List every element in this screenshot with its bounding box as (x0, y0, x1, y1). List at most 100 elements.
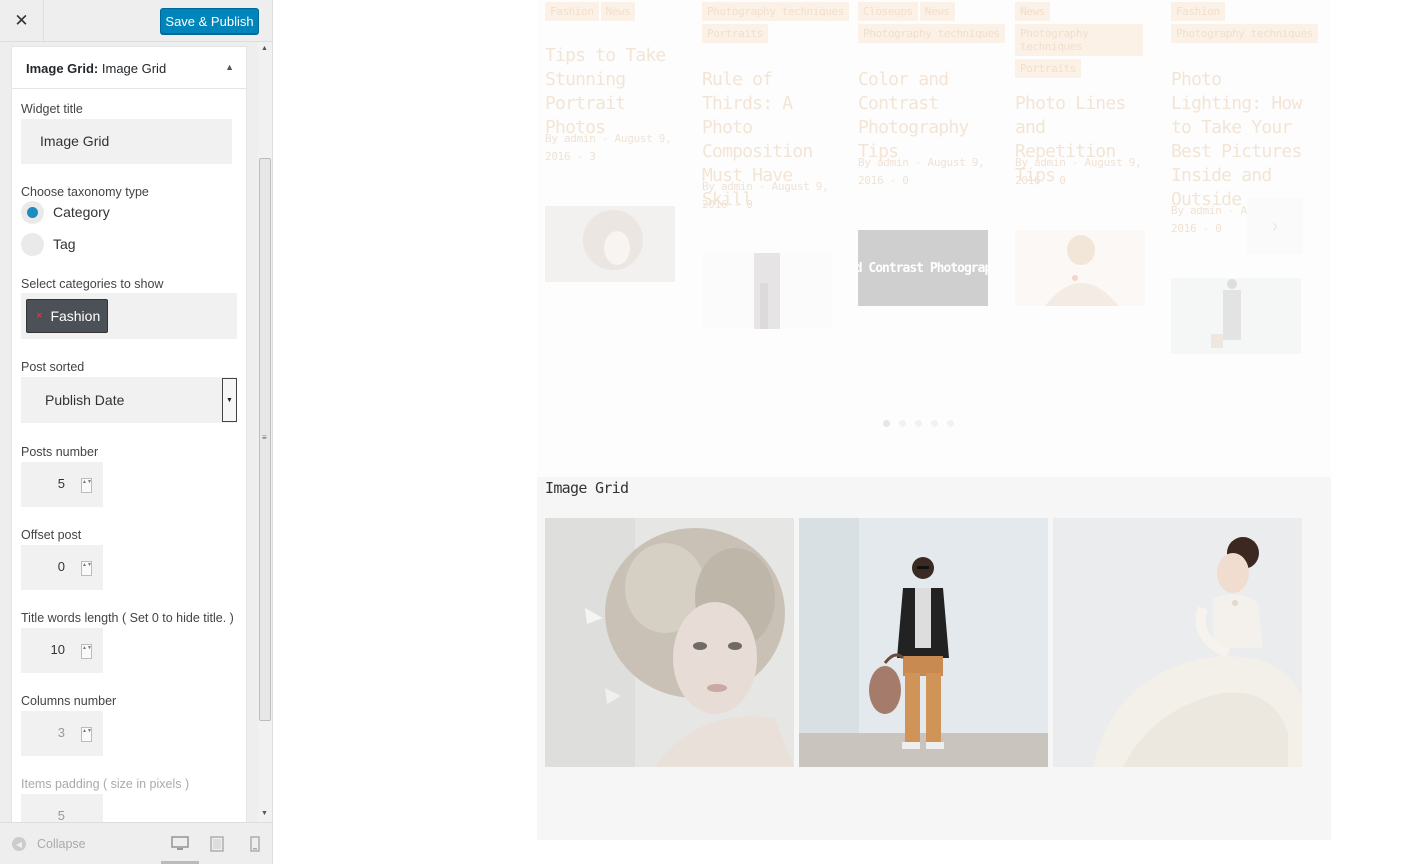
title-words-value: 10 (50, 642, 65, 657)
carousel-dots (883, 420, 963, 427)
post-tags: Photography techniques Portraits (702, 2, 862, 46)
post-meta: By admin - August 9, 2016 - 3 (545, 132, 672, 163)
carousel-dot[interactable] (947, 420, 954, 427)
sidebar-footer: ◀ Collapse (0, 822, 272, 864)
radio-category-button[interactable] (21, 200, 44, 224)
man-thumb-image (1171, 278, 1301, 354)
post-meta: By admin - August 9, 2016 - 0 (1015, 156, 1142, 187)
post-tag[interactable]: News (1015, 2, 1050, 21)
desktop-icon[interactable] (171, 835, 189, 853)
tablet-icon[interactable] (208, 835, 226, 853)
post-tag[interactable]: Closeups (858, 2, 918, 21)
collapse-label: Collapse (37, 837, 86, 851)
close-button[interactable]: ✕ (0, 0, 44, 42)
post-sorted-select[interactable]: Publish Date ▼ (21, 377, 237, 423)
offset-post-input[interactable]: 0 ▲▼ (21, 545, 103, 590)
items-padding-input[interactable]: 5 (21, 794, 103, 822)
offset-post-label: Offset post (21, 528, 82, 542)
post-sorted-value: Publish Date (45, 392, 125, 408)
post-thumbnail[interactable] (1171, 278, 1301, 354)
post-tag[interactable]: Photography techniques (858, 24, 1005, 43)
spinner-icon[interactable]: ▲▼ (81, 644, 92, 659)
columns-number-input[interactable]: 3 ▲▼ (21, 711, 103, 756)
spinner-icon[interactable]: ▲▼ (81, 478, 92, 493)
grid-image-curly-hair-woman[interactable] (545, 518, 794, 767)
sidebar-header: ✕ Save & Publish (0, 0, 272, 42)
post-thumbnail[interactable] (1015, 230, 1145, 306)
post-sorted-label: Post sorted (21, 360, 85, 374)
post-tag[interactable]: Portraits (702, 24, 769, 43)
carousel-next-button[interactable]: › (1247, 198, 1303, 254)
post-tag[interactable]: Fashion (1171, 2, 1225, 21)
curly-hair-woman-photo (545, 518, 794, 767)
post-meta: By admin - August 9, 2016 - 0 (858, 156, 985, 187)
bride-photo (1053, 518, 1302, 767)
post-thumbnail[interactable] (702, 253, 832, 329)
post-title[interactable]: Color and Contrast Photography Tips (858, 68, 998, 164)
category-chip-fashion: × Fashion (26, 299, 108, 333)
posts-number-value: 5 (57, 476, 65, 491)
post-thumbnail[interactable]: nd Contrast Photograph (858, 230, 988, 306)
title-words-input[interactable]: 10 ▲▼ (21, 628, 103, 673)
chevron-down-icon[interactable]: ▼ (222, 378, 237, 422)
girl-thumb-image (1015, 230, 1145, 306)
offset-post-value: 0 (57, 559, 65, 574)
radio-tag-button[interactable] (21, 232, 44, 256)
post-tag[interactable]: Portraits (1015, 59, 1082, 78)
post-tags: Fashion Photography techniques (1171, 2, 1331, 46)
widget-header[interactable]: Image Grid: Image Grid ▲ (12, 47, 246, 89)
image-grid-title: Image Grid (545, 479, 629, 497)
post-tag[interactable]: News (600, 2, 636, 21)
categories-label: Select categories to show (21, 277, 164, 291)
widget-panel: Image Grid: Image Grid ▲ Widget title Im… (11, 46, 247, 822)
post-thumbnail[interactable] (545, 206, 675, 282)
spinner-icon[interactable]: ▲▼ (81, 727, 92, 742)
items-padding-label: Items padding ( size in pixels ) (21, 777, 190, 791)
leather-thumb-image (702, 253, 832, 329)
grid-image-bride[interactable] (1053, 518, 1302, 767)
radio-category-label: Category (53, 204, 110, 220)
radio-tag-label: Tag (53, 236, 76, 252)
mobile-icon[interactable] (246, 835, 264, 853)
scrollbar-thumb[interactable]: ≡ (259, 158, 271, 721)
post-tag[interactable]: News (919, 2, 955, 21)
posts-number-label: Posts number (21, 445, 99, 459)
sidebar-scroll-area: Image Grid: Image Grid ▲ Widget title Im… (0, 42, 272, 822)
customizer-app: ✕ Save & Publish Image Grid: Image Grid … (0, 0, 1419, 864)
post-title[interactable]: Photo Lighting: How to Take Your Best Pi… (1171, 68, 1311, 212)
carousel-dot[interactable] (899, 420, 906, 427)
spinner-icon[interactable]: ▲▼ (81, 561, 92, 576)
post-tag[interactable]: Photography techniques (1015, 24, 1143, 56)
post-tag[interactable]: Fashion (545, 2, 599, 21)
posts-number-input[interactable]: 5 ▲▼ (21, 462, 103, 507)
widget-title-input[interactable]: Image Grid (21, 119, 232, 164)
grid-image-man-with-bag[interactable] (799, 518, 1048, 767)
columns-number-label: Columns number (21, 694, 117, 708)
chip-remove-icon[interactable]: × (36, 310, 42, 322)
scroll-up-icon[interactable]: ▲ (261, 45, 268, 52)
collapse-arrow-icon[interactable]: ▲ (225, 62, 234, 72)
title-words-label: Title words length ( Set 0 to hide title… (21, 611, 234, 625)
scroll-down-icon[interactable]: ▼ (261, 810, 268, 817)
radio-category[interactable]: Category (21, 200, 110, 224)
carousel-dot[interactable] (883, 420, 890, 427)
preview-page: Fashion News Tips to Take Stunning Portra… (537, 0, 1331, 840)
customizer-sidebar: ✕ Save & Publish Image Grid: Image Grid … (0, 0, 273, 864)
collapse-button[interactable]: ◀ Collapse (12, 837, 86, 851)
categories-multiselect[interactable]: × Fashion (21, 293, 237, 339)
post-tags: News Photography techniques Portraits (1015, 2, 1145, 81)
radio-tag[interactable]: Tag (21, 232, 76, 256)
carousel-dot[interactable] (931, 420, 938, 427)
post-title[interactable]: Tips to Take Stunning Portrait Photos (545, 44, 685, 140)
widget-title-label: Widget title (21, 102, 83, 116)
post-tags: Closeups News Photography techniques (858, 2, 1018, 46)
save-publish-button[interactable]: Save & Publish (160, 8, 259, 34)
post-tag[interactable]: Photography techniques (702, 2, 849, 21)
widget-name-label: Image Grid (101, 61, 167, 76)
sidebar-scrollbar[interactable]: ▲ ≡ ▼ (258, 42, 272, 822)
carousel-dot[interactable] (915, 420, 922, 427)
taxonomy-label: Choose taxonomy type (21, 185, 149, 199)
chip-label: Fashion (50, 308, 101, 324)
columns-number-value: 3 (57, 725, 65, 740)
post-tag[interactable]: Photography techniques (1171, 24, 1318, 43)
